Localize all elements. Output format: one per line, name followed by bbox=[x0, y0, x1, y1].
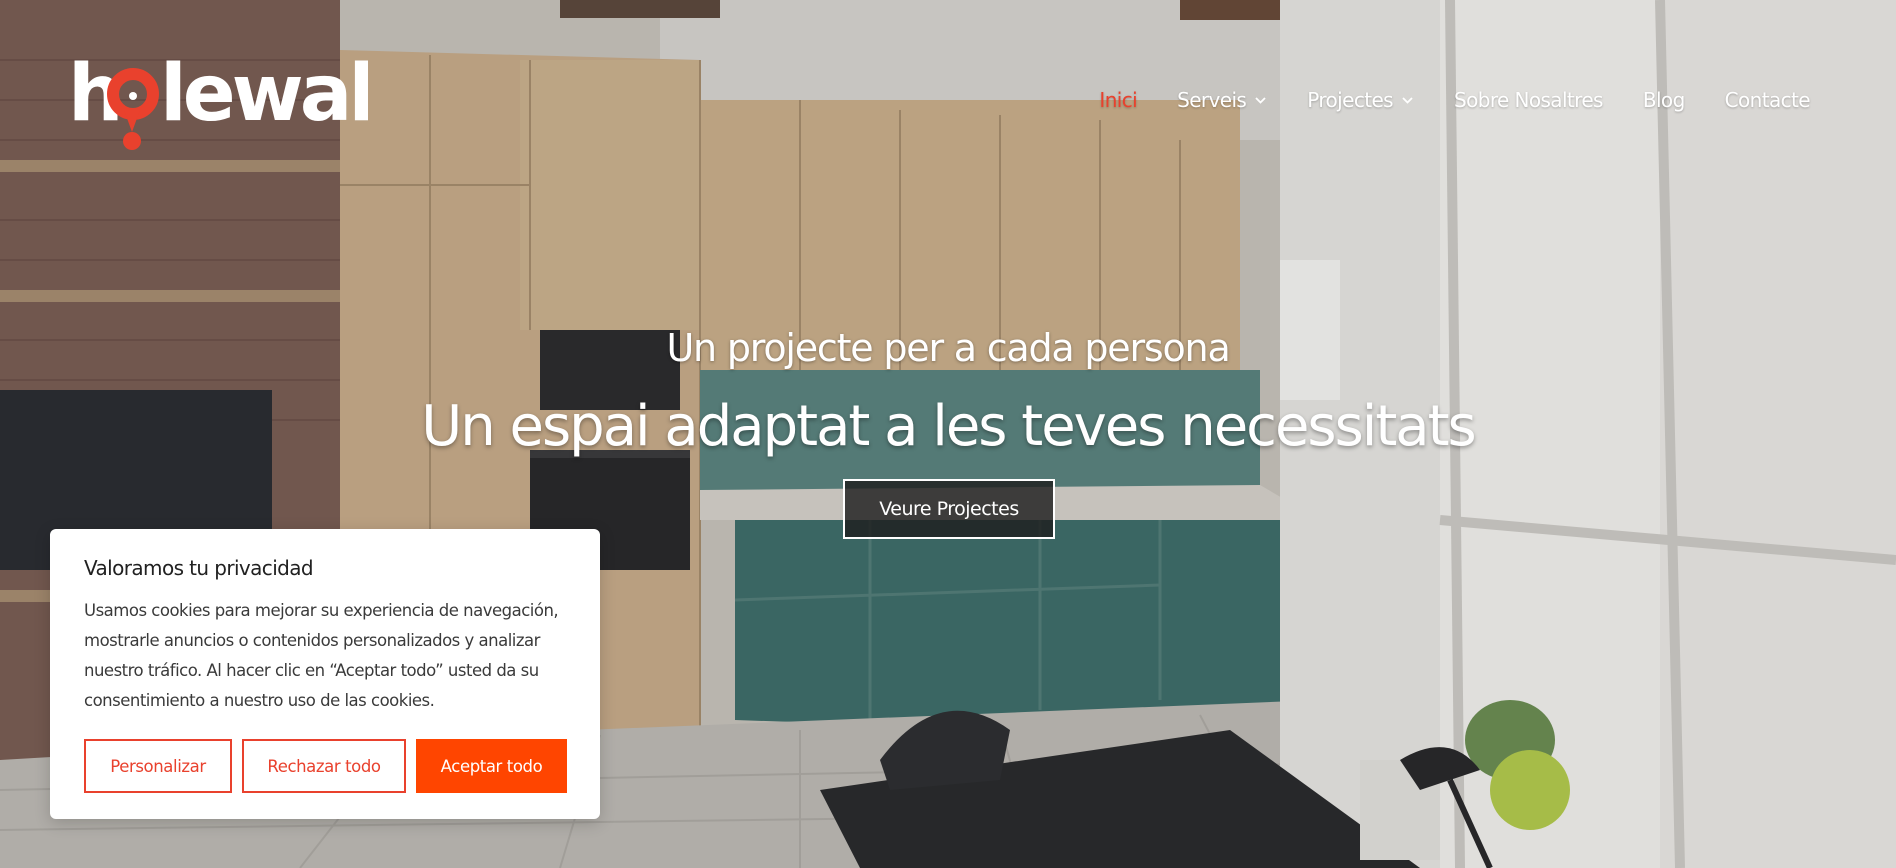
accept-all-cookies-button[interactable]: Aceptar todo bbox=[416, 739, 567, 793]
cookie-consent-banner: Valoramos tu privacidad Usamos cookies p… bbox=[50, 529, 600, 819]
cookie-banner-actions: Personalizar Rechazar todo Aceptar todo bbox=[84, 739, 567, 793]
nav-item-contacte[interactable]: Contacte bbox=[1724, 88, 1811, 112]
chevron-down-icon bbox=[1255, 96, 1266, 104]
nav-item-sobre-nosaltres[interactable]: Sobre Nosaltres bbox=[1454, 88, 1603, 112]
view-projects-button[interactable]: Veure Projectes bbox=[843, 479, 1055, 539]
nav-item-label: Blog bbox=[1642, 88, 1685, 112]
customize-cookies-button[interactable]: Personalizar bbox=[84, 739, 232, 793]
nav-item-label: Inici bbox=[1099, 88, 1138, 112]
hero-subtitle: Un projecte per a cada persona bbox=[666, 326, 1230, 370]
nav-item-label: Projectes bbox=[1307, 88, 1393, 112]
cookie-banner-text: Usamos cookies para mejorar su experienc… bbox=[84, 601, 559, 710]
hero-title: Un espai adaptat a les teves necessitats bbox=[421, 394, 1476, 459]
nav-item-serveis[interactable]: Serveis bbox=[1177, 88, 1267, 112]
nav-item-blog[interactable]: Blog bbox=[1643, 88, 1685, 112]
nav-item-inici[interactable]: Inici bbox=[1099, 88, 1137, 112]
svg-text:lewall: lewall bbox=[160, 49, 368, 139]
holewall-logo[interactable]: h lewall bbox=[68, 44, 398, 154]
nav-item-label: Contacte bbox=[1724, 88, 1811, 112]
hero-section: h lewall Inici Serveis Projectes Sobre N… bbox=[0, 0, 1896, 868]
cookie-banner-title: Valoramos tu privacidad bbox=[84, 556, 314, 580]
nav-item-projectes[interactable]: Projectes bbox=[1307, 88, 1414, 112]
nav-item-label: Serveis bbox=[1177, 88, 1247, 112]
reject-all-cookies-button[interactable]: Rechazar todo bbox=[242, 739, 406, 793]
main-navigation: Inici Serveis Projectes Sobre Nosaltres … bbox=[1059, 88, 1810, 112]
nav-item-label: Sobre Nosaltres bbox=[1454, 88, 1603, 112]
chevron-down-icon bbox=[1402, 96, 1413, 104]
